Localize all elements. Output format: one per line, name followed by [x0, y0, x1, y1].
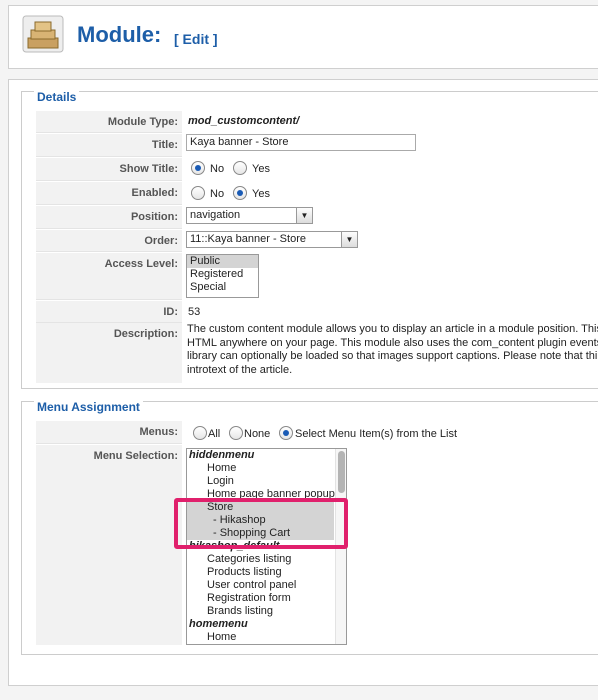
position-label: Position:	[36, 206, 182, 229]
menus-all-radio[interactable]	[193, 426, 207, 440]
order-select[interactable]: 11::Kaya banner - Store ▼	[186, 231, 358, 248]
menu-item-home[interactable]: Home	[187, 462, 346, 475]
menu-item-products-listing[interactable]: Products listing	[187, 566, 346, 579]
menu-selection-listbox[interactable]: hiddenmenu Home Login Home page banner p…	[186, 448, 347, 645]
enabled-yes-radio[interactable]	[233, 186, 247, 200]
show-title-label: Show Title:	[36, 158, 182, 181]
menu-assignment-legend: Menu Assignment	[34, 400, 143, 414]
menu-item-hikashop[interactable]: - Hikashop	[187, 514, 334, 527]
menus-all-label: All	[208, 428, 221, 440]
menu-item-login[interactable]: Login	[187, 475, 346, 488]
details-legend: Details	[34, 90, 80, 104]
menu-selection-label: Menu Selection:	[36, 445, 182, 645]
show-title-yes-label: Yes	[252, 163, 270, 175]
show-title-no-radio[interactable]	[191, 161, 205, 175]
description-line: The custom content module allows you to …	[187, 323, 598, 335]
enabled-yes-label: Yes	[252, 188, 270, 200]
menu-selection-scrollbar[interactable]	[335, 449, 346, 644]
menus-select-radio[interactable]	[279, 426, 293, 440]
access-option-public[interactable]: Public	[187, 255, 258, 268]
chevron-down-icon: ▼	[296, 208, 312, 223]
scrollbar-thumb[interactable]	[338, 451, 345, 493]
module-type-label: Module Type:	[36, 111, 182, 133]
enabled-no-label: No	[210, 188, 225, 200]
menus-select-label: Select Menu Item(s) from the List	[295, 428, 457, 440]
title-label: Title:	[36, 134, 182, 157]
access-option-registered[interactable]: Registered	[187, 268, 258, 281]
position-select-value: navigation	[190, 209, 241, 221]
chevron-down-icon: ▼	[341, 232, 357, 247]
position-select[interactable]: navigation ▼	[186, 207, 313, 224]
order-select-value: 11::Kaya banner - Store	[190, 233, 306, 245]
menu-item-homemenu-home[interactable]: Home	[187, 631, 346, 644]
menu-group-homemenu: homemenu	[189, 618, 248, 630]
page-title: Module:	[77, 22, 162, 47]
menu-group-hiddenmenu: hiddenmenu	[189, 449, 255, 461]
show-title-yes-radio[interactable]	[233, 161, 247, 175]
id-label: ID:	[36, 301, 182, 323]
enabled-no-radio[interactable]	[191, 186, 205, 200]
description-line: introtext of the article.	[187, 363, 293, 376]
menu-item-categories-listing[interactable]: Categories listing	[187, 553, 346, 566]
menu-item-home-page-banner-popup[interactable]: Home page banner popup	[187, 488, 346, 501]
access-level-label: Access Level:	[36, 253, 182, 300]
menu-item-user-control-panel[interactable]: User control panel	[187, 579, 346, 592]
menu-item-registration-form[interactable]: Registration form	[187, 592, 346, 605]
edit-label: [ Edit ]	[174, 31, 218, 47]
page-header: Module: [ Edit ]	[8, 5, 598, 69]
module-type-value: mod_customcontent/	[188, 115, 300, 127]
access-level-listbox[interactable]: Public Registered Special	[186, 254, 259, 298]
module-icon	[22, 15, 64, 53]
menu-item-brands-listing[interactable]: Brands listing	[187, 605, 346, 618]
menu-group-hikashop-default: hikashop_default	[189, 540, 280, 552]
description-text: The custom content module allows you to …	[187, 323, 598, 377]
show-title-no-label: No	[210, 163, 225, 175]
description-line: HTML anywhere on your page. This module …	[187, 336, 598, 349]
description-line: library can optionally be loaded so that…	[187, 350, 598, 363]
access-option-special[interactable]: Special	[187, 281, 258, 294]
id-value: 53	[188, 306, 201, 318]
menu-item-store[interactable]: Store	[187, 501, 334, 514]
enabled-label: Enabled:	[36, 182, 182, 205]
order-label: Order:	[36, 230, 182, 252]
menus-none-radio[interactable]	[229, 426, 243, 440]
menus-label: Menus:	[36, 421, 182, 444]
menu-item-shopping-cart[interactable]: - Shopping Cart	[187, 527, 334, 540]
title-input[interactable]: Kaya banner - Store	[186, 134, 416, 151]
menus-none-label: None	[244, 428, 271, 440]
description-label: Description:	[36, 323, 182, 383]
